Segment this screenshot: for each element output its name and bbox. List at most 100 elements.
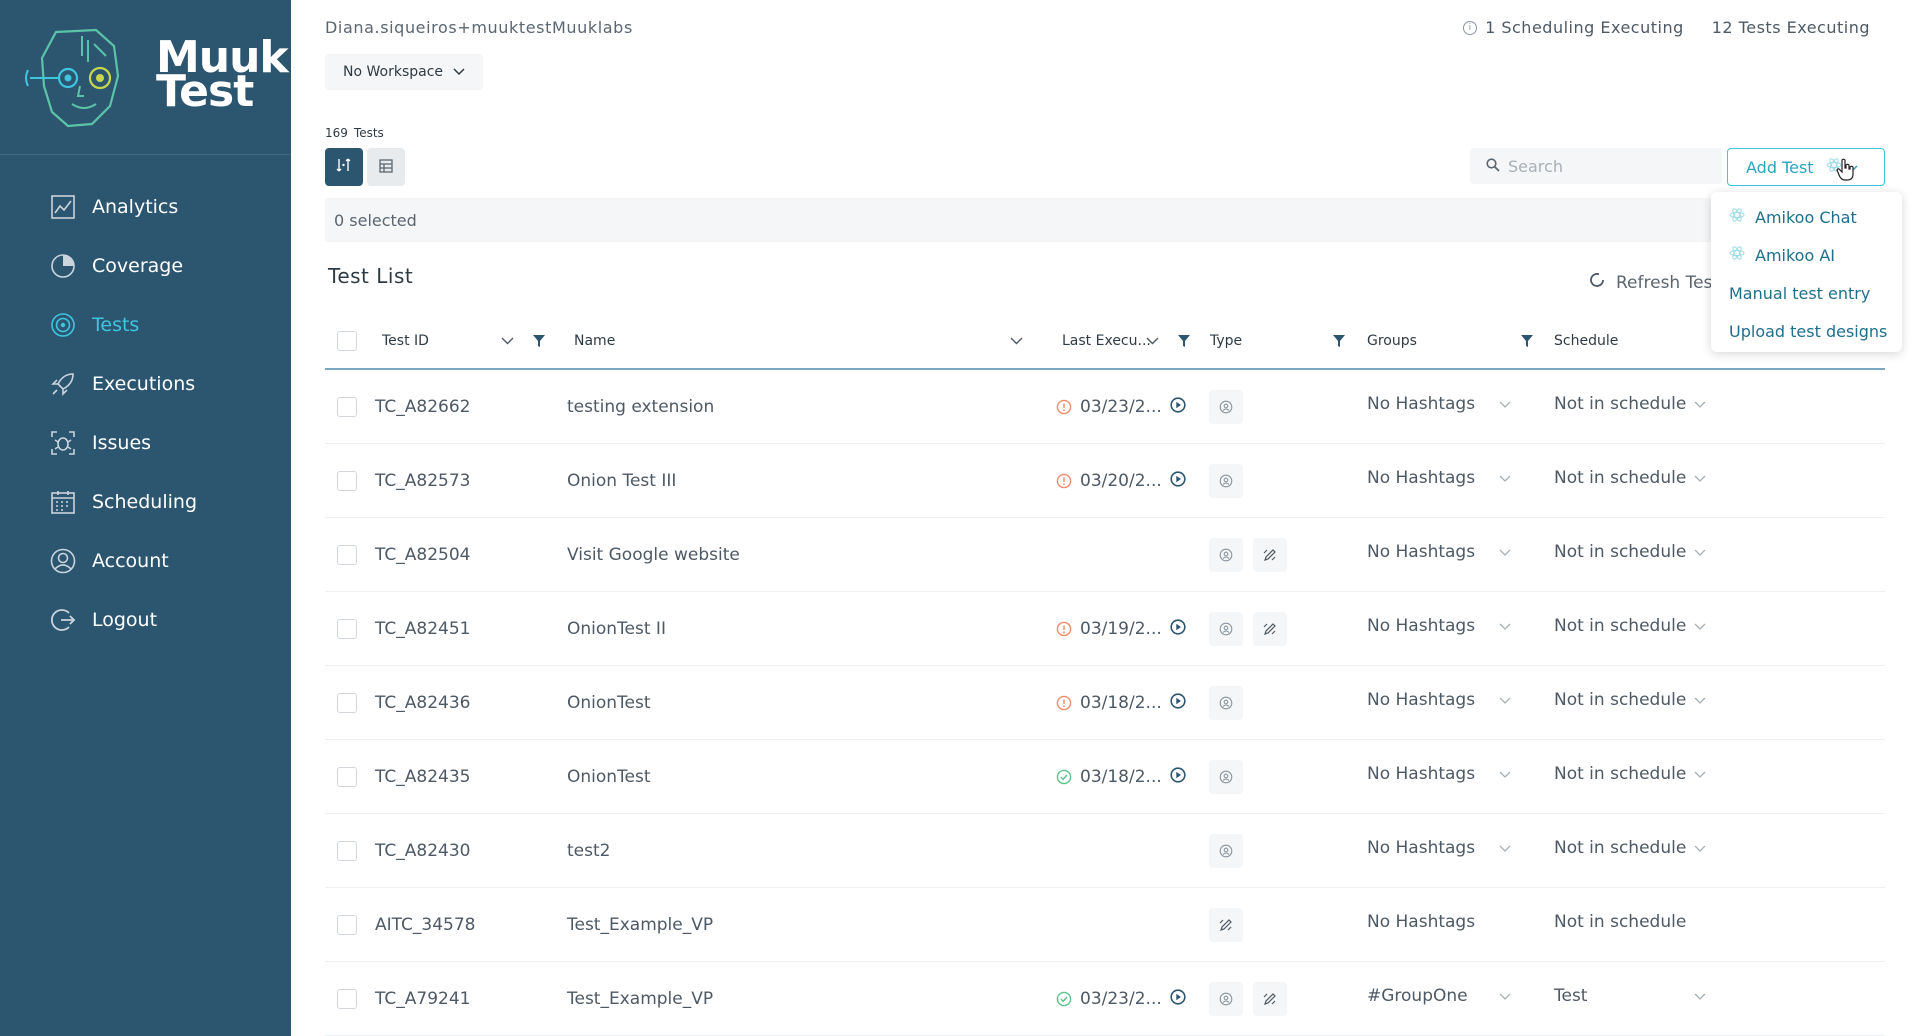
row-checkbox[interactable] bbox=[337, 444, 357, 518]
groups-dropdown[interactable]: No Hashtags bbox=[1367, 663, 1511, 737]
table-row[interactable]: TC_A82573 Onion Test III 03/20/2... No Hash… bbox=[325, 444, 1885, 518]
test-name[interactable]: OnionTest II bbox=[567, 592, 666, 666]
ai-test-type-icon[interactable] bbox=[1209, 982, 1243, 1016]
filter-last-exec-icon[interactable] bbox=[1178, 314, 1190, 368]
sidebar-item-tests[interactable]: Tests bbox=[48, 305, 139, 345]
workspace-dropdown[interactable]: No Workspace bbox=[325, 54, 484, 90]
groups-dropdown[interactable]: No Hashtags bbox=[1367, 737, 1511, 811]
table-row[interactable]: TC_A82430 test2 No Hashtags Not in schedule bbox=[325, 814, 1885, 888]
search-field[interactable] bbox=[1470, 148, 1722, 184]
column-last-execution[interactable]: Last Execu... bbox=[1062, 314, 1151, 368]
ai-test-type-icon[interactable] bbox=[1209, 760, 1243, 794]
sort-name-chevron-icon[interactable] bbox=[1010, 314, 1023, 368]
sidebar-item-issues[interactable]: Issues bbox=[48, 423, 151, 463]
test-id[interactable]: TC_A82504 bbox=[375, 518, 470, 592]
tests-executing[interactable]: 12 Tests Executing bbox=[1712, 18, 1870, 37]
row-checkbox[interactable] bbox=[337, 666, 357, 740]
test-id[interactable]: TC_A82436 bbox=[375, 666, 470, 740]
sidebar-item-analytics[interactable]: Analytics bbox=[48, 187, 178, 227]
schedule-dropdown[interactable]: Not in schedule bbox=[1554, 589, 1706, 663]
schedule-dropdown[interactable]: Not in schedule bbox=[1554, 441, 1706, 515]
column-groups[interactable]: Groups bbox=[1367, 314, 1417, 368]
ai-test-type-icon[interactable] bbox=[1209, 612, 1243, 646]
sidebar-item-coverage[interactable]: Coverage bbox=[48, 246, 183, 286]
table-row[interactable]: TC_A82436 OnionTest 03/18/2... No Hashtags N… bbox=[325, 666, 1885, 740]
test-id[interactable]: AITC_34578 bbox=[375, 888, 475, 962]
row-checkbox[interactable] bbox=[337, 962, 357, 1036]
table-view-button[interactable] bbox=[367, 148, 405, 186]
menu-item-upload-test-designs[interactable]: Upload test designs bbox=[1711, 312, 1902, 350]
add-test-button[interactable]: Add Test bbox=[1727, 148, 1885, 186]
groups-dropdown[interactable]: No Hashtags bbox=[1367, 441, 1511, 515]
test-id[interactable]: TC_A82435 bbox=[375, 740, 470, 814]
test-id[interactable]: TC_A82662 bbox=[375, 370, 470, 444]
ai-test-type-icon[interactable] bbox=[1209, 390, 1243, 424]
test-name[interactable]: Test_Example_VP bbox=[567, 888, 713, 962]
test-name[interactable]: Visit Google website bbox=[567, 518, 740, 592]
test-id[interactable]: TC_A79241 bbox=[375, 962, 470, 1036]
muuktest-logo[interactable]: Muuk Test bbox=[22, 26, 289, 132]
manual-test-type-icon[interactable] bbox=[1253, 982, 1287, 1016]
test-name[interactable]: OnionTest bbox=[567, 740, 651, 814]
test-id[interactable]: TC_A82451 bbox=[375, 592, 470, 666]
scheduling-executing[interactable]: 1 Scheduling Executing bbox=[1485, 18, 1684, 37]
column-type[interactable]: Type bbox=[1210, 314, 1242, 368]
play-icon[interactable] bbox=[1170, 988, 1186, 1010]
play-icon[interactable] bbox=[1170, 396, 1186, 418]
groups-dropdown[interactable]: No Hashtags bbox=[1367, 367, 1511, 441]
test-id[interactable]: TC_A82430 bbox=[375, 814, 470, 888]
info-icon[interactable]: i bbox=[1463, 20, 1478, 35]
refresh-tests-button[interactable]: Refresh Tes bbox=[1588, 271, 1712, 294]
table-row[interactable]: AITC_34578 Test_Example_VP No Hashtags Not … bbox=[325, 888, 1885, 962]
row-checkbox[interactable] bbox=[337, 740, 357, 814]
table-row[interactable]: TC_A82504 Visit Google website No Hashtags… bbox=[325, 518, 1885, 592]
test-name[interactable]: testing extension bbox=[567, 370, 714, 444]
test-name[interactable]: Onion Test III bbox=[567, 444, 676, 518]
column-test-id[interactable]: Test ID bbox=[382, 314, 429, 368]
schedule-dropdown[interactable]: Not in schedule bbox=[1554, 663, 1706, 737]
play-icon[interactable] bbox=[1170, 692, 1186, 714]
row-checkbox[interactable] bbox=[337, 814, 357, 888]
sidebar-item-scheduling[interactable]: Scheduling bbox=[48, 482, 197, 522]
manual-test-type-icon[interactable] bbox=[1209, 908, 1243, 942]
row-checkbox[interactable] bbox=[337, 592, 357, 666]
ai-test-type-icon[interactable] bbox=[1209, 538, 1243, 572]
table-row[interactable]: TC_A82662 testing extension 03/23/2... No H… bbox=[325, 370, 1885, 444]
manual-test-type-icon[interactable] bbox=[1253, 538, 1287, 572]
groups-dropdown[interactable]: No Hashtags bbox=[1367, 811, 1511, 885]
schedule-dropdown[interactable]: Not in schedule bbox=[1554, 515, 1706, 589]
sidebar-item-account[interactable]: Account bbox=[48, 541, 169, 581]
table-row[interactable]: TC_A79241 Test_Example_VP 03/23/2... #Group… bbox=[325, 962, 1885, 1036]
list-view-button[interactable] bbox=[325, 148, 363, 186]
row-checkbox[interactable] bbox=[337, 518, 357, 592]
sidebar-item-logout[interactable]: Logout bbox=[48, 600, 157, 640]
sort-test-id-chevron-icon[interactable] bbox=[501, 314, 514, 368]
play-icon[interactable] bbox=[1170, 470, 1186, 492]
table-row[interactable]: TC_A82435 OnionTest 03/18/2... No Hashtags N… bbox=[325, 740, 1885, 814]
test-id[interactable]: TC_A82573 bbox=[375, 444, 470, 518]
menu-item-amikoo-ai[interactable]: Amikoo AI bbox=[1711, 236, 1902, 274]
play-icon[interactable] bbox=[1170, 618, 1186, 640]
test-name[interactable]: test2 bbox=[567, 814, 610, 888]
search-input[interactable] bbox=[1508, 156, 1708, 176]
menu-item-manual-test-entry[interactable]: Manual test entry bbox=[1711, 274, 1902, 312]
test-name[interactable]: Test_Example_VP bbox=[567, 962, 713, 1036]
groups-dropdown[interactable]: No Hashtags bbox=[1367, 589, 1511, 663]
table-row[interactable]: TC_A82451 OnionTest II 03/19/2... No Hashta… bbox=[325, 592, 1885, 666]
sort-last-exec-chevron-icon[interactable] bbox=[1146, 314, 1159, 368]
filter-type-icon[interactable] bbox=[1333, 314, 1345, 368]
select-all-checkbox[interactable] bbox=[337, 314, 357, 368]
ai-test-type-icon[interactable] bbox=[1209, 464, 1243, 498]
column-name[interactable]: Name bbox=[574, 314, 615, 368]
sidebar-item-executions[interactable]: Executions bbox=[48, 364, 195, 404]
test-name[interactable]: OnionTest bbox=[567, 666, 651, 740]
ai-test-type-icon[interactable] bbox=[1209, 686, 1243, 720]
manual-test-type-icon[interactable] bbox=[1253, 612, 1287, 646]
play-icon[interactable] bbox=[1170, 766, 1186, 788]
groups-dropdown[interactable]: No Hashtags bbox=[1367, 515, 1511, 589]
schedule-dropdown[interactable]: Not in schedule bbox=[1554, 367, 1706, 441]
filter-test-id-icon[interactable] bbox=[533, 314, 545, 368]
row-checkbox[interactable] bbox=[337, 888, 357, 962]
schedule-dropdown[interactable]: Not in schedule bbox=[1554, 811, 1706, 885]
filter-groups-icon[interactable] bbox=[1521, 314, 1533, 368]
